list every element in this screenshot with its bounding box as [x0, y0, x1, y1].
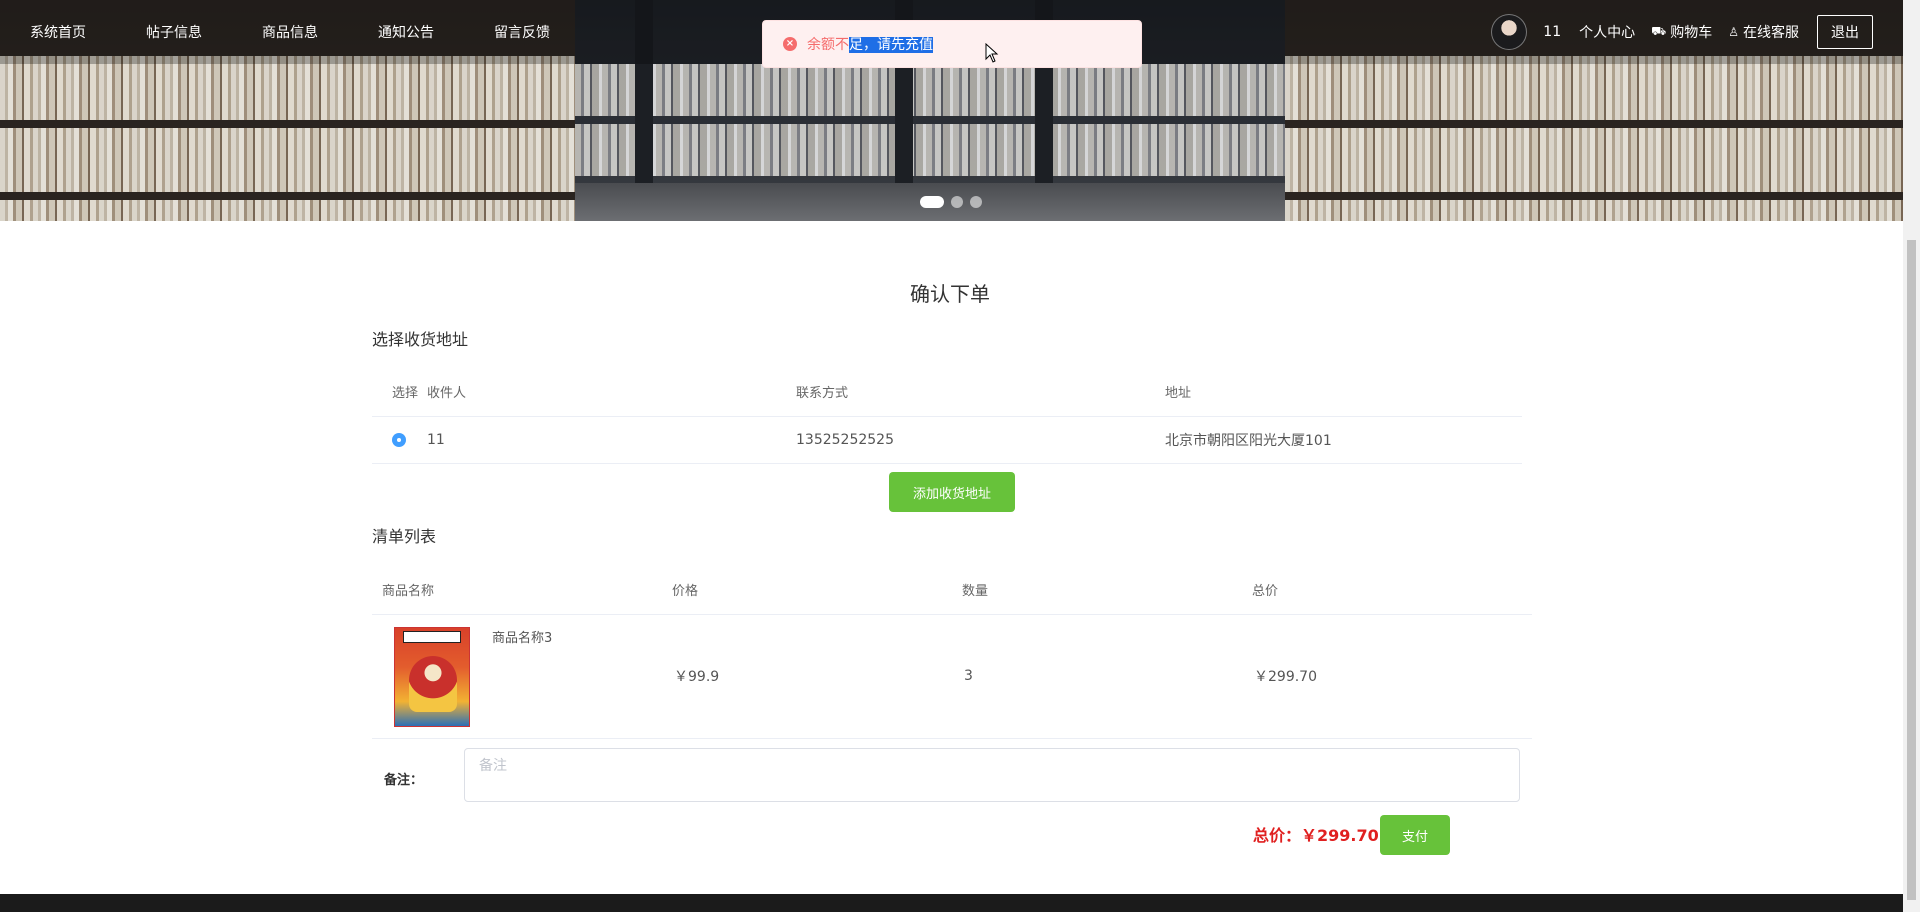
address-cell: 北京市朝阳区阳光大厦101	[1165, 416, 1522, 464]
price-cell: ￥99.9	[662, 614, 952, 739]
table-row[interactable]: 11 13525252525 北京市朝阳区阳光大厦101	[372, 416, 1522, 464]
page-title: 确认下单	[910, 282, 990, 306]
carousel-dots	[920, 196, 982, 208]
address-section-title: 选择收货地址	[372, 330, 469, 349]
pay-button[interactable]: 支付	[1380, 815, 1450, 855]
scroll-thumb[interactable]	[1907, 240, 1916, 900]
carousel-dot-1[interactable]	[920, 196, 944, 208]
carousel-dot-3[interactable]	[970, 196, 982, 208]
product-name: 商品名称3	[492, 630, 553, 646]
logout-button[interactable]: 退出	[1817, 15, 1873, 49]
product-image[interactable]	[394, 626, 470, 727]
total-label: 总价：	[1253, 826, 1302, 845]
page-scrollbar[interactable]	[1903, 0, 1920, 912]
col-address: 地址	[1165, 368, 1522, 417]
support-label: 在线客服	[1743, 25, 1799, 41]
address-table: 选择 收件人 联系方式 地址 11 13525252525 北京市朝阳区阳光大厦…	[372, 368, 1522, 464]
order-total: 总价：￥299.70	[1253, 822, 1379, 846]
cart-icon: ⛟	[1651, 24, 1667, 38]
footer	[0, 894, 1903, 912]
col-price: 价格	[662, 566, 952, 615]
quantity-cell: 3	[952, 614, 1242, 739]
nav-item-feedback[interactable]: 留言反馈	[494, 22, 550, 42]
col-quantity: 数量	[952, 566, 1242, 615]
phone-cell: 13525252525	[796, 416, 1165, 464]
items-section-title: 清单列表	[372, 527, 437, 546]
username[interactable]: 11	[1543, 24, 1561, 40]
col-phone: 联系方式	[796, 368, 1165, 417]
col-select: 选择	[372, 368, 427, 417]
cart-label: 购物车	[1670, 25, 1713, 41]
error-circle-icon: ×	[783, 37, 797, 51]
total-value: ￥299.70	[1301, 826, 1379, 845]
col-receiver: 收件人	[427, 368, 796, 417]
carousel-dot-2[interactable]	[951, 196, 963, 208]
user-nav: 11 个人中心 ⛟ 购物车 ♙ 在线客服 退出	[1491, 12, 1873, 52]
toast-message-selected: 足，请先充值	[849, 37, 933, 53]
nav-item-home[interactable]: 系统首页	[30, 22, 86, 42]
table-row: 商品名称3 ￥99.9 3 ￥299.70	[372, 614, 1532, 739]
items-table: 商品名称 价格 数量 总价 商品名称3 ￥99.9 3 ￥299.70	[372, 566, 1532, 739]
avatar[interactable]	[1491, 14, 1528, 50]
col-subtotal: 总价	[1242, 566, 1532, 615]
remark-input[interactable]	[464, 748, 1520, 802]
toast-message: 余额不足，请先充值	[807, 34, 933, 54]
user-icon: ♙	[1728, 25, 1739, 39]
personal-center-label: 个人中心	[1579, 25, 1636, 41]
cart-link[interactable]: ⛟ 购物车	[1651, 22, 1712, 42]
address-radio[interactable]	[392, 432, 406, 447]
product-cell: 商品名称3	[372, 614, 662, 739]
nav-item-posts[interactable]: 帖子信息	[146, 22, 202, 42]
receiver-cell: 11	[427, 416, 796, 464]
support-link[interactable]: ♙ 在线客服	[1728, 22, 1799, 42]
remark-label: 备注：	[384, 773, 424, 788]
personal-center-link[interactable]: 个人中心	[1579, 22, 1635, 42]
toast-message-plain: 余额不	[807, 37, 849, 53]
nav-item-products[interactable]: 商品信息	[262, 22, 318, 42]
subtotal-cell: ￥299.70	[1242, 614, 1532, 739]
nav-item-notices[interactable]: 通知公告	[378, 22, 434, 42]
add-address-button[interactable]: 添加收货地址	[889, 472, 1015, 512]
page: 系统首页 帖子信息 商品信息 通知公告 留言反馈 11 个人中心 ⛟ 购物车 ♙…	[0, 0, 1920, 912]
col-product-name: 商品名称	[372, 566, 662, 615]
error-toast: × 余额不足，请先充值	[762, 20, 1142, 68]
